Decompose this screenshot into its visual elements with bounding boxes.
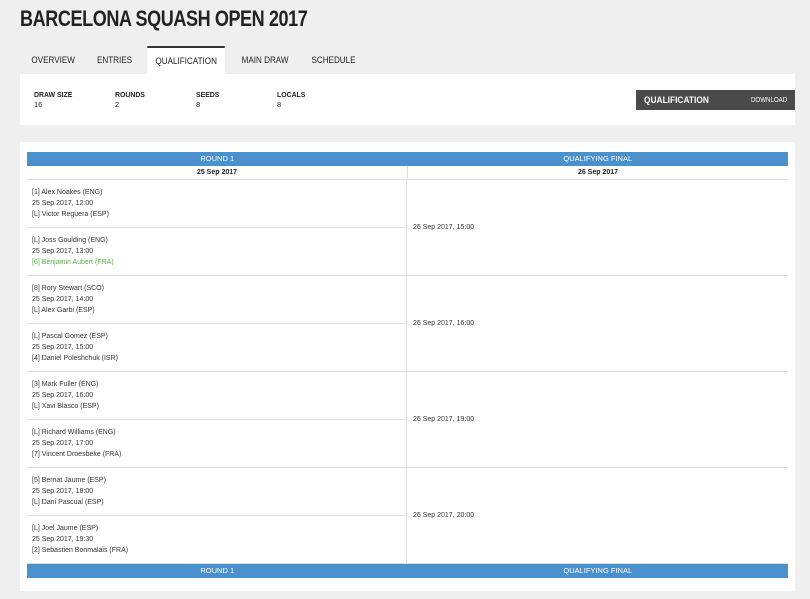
qualification-download-button[interactable]: QUALIFICATION DOWNLOAD [636, 90, 795, 110]
tab-overview[interactable]: OVERVIEW [23, 46, 83, 74]
draw-panel: ROUND 1 QUALIFYING FINAL 25 Sep 2017 26 … [20, 142, 795, 591]
draw-bracket: ROUND 1 QUALIFYING FINAL 25 Sep 2017 26 … [27, 152, 788, 578]
player-one[interactable]: [L] Pascal Gomez (ESP) [32, 331, 401, 342]
match-item: [5] Bernat Jaume (ESP) 25 Sep 2017, 18:00… [27, 468, 406, 516]
info-label: ROUNDS [115, 90, 145, 99]
info-label: SEEDS [196, 90, 220, 99]
final-match-time: 26 Sep 2017, 19:00 [413, 416, 475, 423]
download-link[interactable]: DOWNLOAD [751, 97, 787, 104]
qualifying-final-header: QUALIFYING FINAL [563, 154, 633, 163]
match-time: 25 Sep 2017, 14:00 [32, 296, 94, 304]
tab-main-draw[interactable]: MAIN DRAW [233, 46, 296, 74]
qualifying-final-column: 26 Sep 2017, 15:00 26 Sep 2017, 16:00 26 S… [407, 180, 788, 564]
match-time: 25 Sep 2017, 13:00 [32, 248, 94, 256]
player-one[interactable]: [5] Bernat Jaume (ESP) [32, 475, 401, 486]
player-one[interactable]: [L] Joel Jaume (ESP) [32, 523, 401, 534]
round-date-row: 25 Sep 2017 26 Sep 2017 [27, 166, 788, 180]
match-item: [1] Alex Noakes (ENG) 25 Sep 2017, 12:00[… [27, 180, 406, 228]
round-header-row: ROUND 1 QUALIFYING FINAL [27, 152, 788, 166]
final-match-item: 26 Sep 2017, 16:00 [407, 276, 788, 372]
player-one[interactable]: [L] Richard Williams (ENG) [32, 427, 401, 438]
info-seeds: SEEDS 8 [196, 90, 221, 109]
match-time: 25 Sep 2017, 15:00 [32, 344, 94, 352]
match-time: 25 Sep 2017, 19:30 [32, 536, 94, 544]
player-two[interactable]: [2] Sebastien Bonmalais (FRA) [32, 545, 401, 556]
player-two[interactable]: [6] Benjamin Aubert (FRA) [32, 257, 401, 268]
info-draw-size: DRAW SIZE 16 [34, 90, 76, 109]
round-1-footer: ROUND 1 [200, 566, 235, 575]
match-item: [3] Mark Fuller (ENG) 25 Sep 2017, 16:00[… [27, 372, 406, 420]
qualifying-final-date: 26 Sep 2017 [577, 169, 619, 176]
final-match-time: 26 Sep 2017, 15:00 [413, 224, 475, 231]
match-time: 25 Sep 2017, 18:00 [32, 488, 94, 496]
player-two[interactable]: [L] Xavi Blasco (ESP) [32, 401, 401, 412]
match-item: [L] Joel Jaume (ESP) 25 Sep 2017, 19:30 [2… [27, 516, 406, 564]
player-one[interactable]: [1] Alex Noakes (ENG) [32, 187, 401, 198]
player-two[interactable]: [L] Victor Reguera (ESP) [32, 209, 401, 220]
player-two[interactable]: [L] Alex Garbi (ESP) [32, 305, 401, 316]
final-match-item: 26 Sep 2017, 15:00 [407, 180, 788, 276]
match-time: 25 Sep 2017, 12:00 [32, 200, 94, 208]
match-time: 25 Sep 2017, 16:00 [32, 392, 94, 400]
match-item: [8] Rory Stewart (SCO) 25 Sep 2017, 14:00… [27, 276, 406, 324]
info-label: LOCALS [277, 90, 306, 99]
player-two[interactable]: [L] Dani Pascual (ESP) [32, 497, 401, 508]
match-item: [L] Pascal Gomez (ESP) 25 Sep 2017, 15:00… [27, 324, 406, 372]
round-1-header: ROUND 1 [200, 154, 235, 163]
match-item: [L] Joss Goulding (ENG) 25 Sep 2017, 13:0… [27, 228, 406, 276]
player-two[interactable]: [4] Daniel Poleshchuk (ISR) [32, 353, 401, 364]
player-two[interactable]: [7] Vincent Droesbeke (FRA) [32, 449, 401, 460]
round-1-date: 25 Sep 2017 [27, 166, 408, 179]
final-match-time: 26 Sep 2017, 20:00 [413, 512, 475, 519]
final-match-item: 26 Sep 2017, 19:00 [407, 372, 788, 468]
round-footer-row: ROUND 1 QUALIFYING FINAL [27, 564, 788, 578]
round-1-column: [1] Alex Noakes (ENG) 25 Sep 2017, 12:00[… [27, 180, 407, 564]
info-value: 8 [196, 100, 201, 109]
qualification-label: QUALIFICATION [644, 94, 709, 106]
page-title: BARCELONA SQUASH OPEN 2017 [20, 6, 308, 31]
bracket-body: [1] Alex Noakes (ENG) 25 Sep 2017, 12:00[… [27, 180, 788, 564]
player-one[interactable]: [8] Rory Stewart (SCO) [32, 283, 401, 294]
qualifying-final-footer: QUALIFYING FINAL [563, 566, 633, 575]
player-one[interactable]: [L] Joss Goulding (ENG) [32, 235, 401, 246]
info-locals: LOCALS 8 [277, 90, 308, 109]
match-item: [L] Richard Williams (ENG) 25 Sep 2017, 1… [27, 420, 406, 468]
final-match-item: 26 Sep 2017, 20:00 [407, 468, 788, 564]
match-time: 25 Sep 2017, 17:00 [32, 440, 94, 448]
tab-bar: OVERVIEW ENTRIES QUALIFICATION MAIN DRAW… [20, 46, 367, 74]
tab-qualification[interactable]: QUALIFICATION [147, 46, 226, 74]
info-label: DRAW SIZE [34, 90, 73, 99]
tab-schedule[interactable]: SCHEDULE [303, 46, 363, 74]
info-value: 8 [277, 100, 282, 109]
info-value: 2 [115, 100, 120, 109]
player-one[interactable]: [3] Mark Fuller (ENG) [32, 379, 401, 390]
tab-entries[interactable]: ENTRIES [89, 46, 140, 74]
info-rounds: ROUNDS 2 [115, 90, 148, 109]
final-match-time: 26 Sep 2017, 16:00 [413, 320, 475, 327]
info-value: 16 [34, 100, 43, 109]
